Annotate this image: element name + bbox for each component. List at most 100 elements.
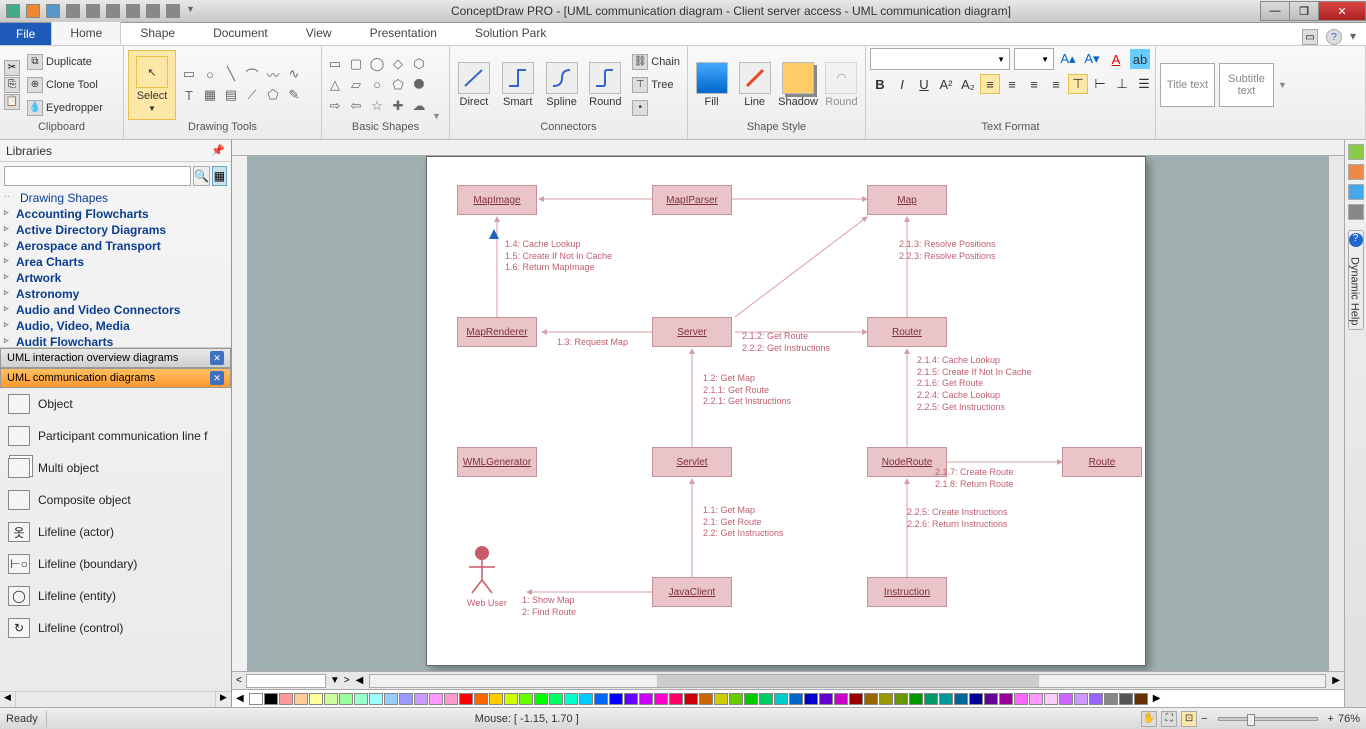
hscroll-left[interactable]: ◀ <box>356 675 364 686</box>
palette-prev-icon[interactable]: ◀ <box>236 693 244 704</box>
uml-node-map[interactable]: Map <box>867 185 947 215</box>
size-selector[interactable]: ▼ <box>1014 48 1054 70</box>
uml-node-wmlgen[interactable]: WMLGenerator <box>457 447 537 477</box>
color-swatch[interactable] <box>519 693 533 705</box>
lib-item[interactable]: Area Charts <box>0 254 231 270</box>
duplicate-button[interactable]: ⧉Duplicate <box>24 51 106 73</box>
color-swatch[interactable] <box>849 693 863 705</box>
color-swatch[interactable] <box>459 693 473 705</box>
shape-multiobject[interactable]: Multi object <box>0 452 231 484</box>
ellipse-tool[interactable]: ○ <box>201 65 219 83</box>
uml-node-maprenderer[interactable]: MapRenderer <box>457 317 537 347</box>
color-swatch[interactable] <box>1044 693 1058 705</box>
line-tool[interactable]: ╲ <box>222 65 240 83</box>
color-swatch[interactable] <box>984 693 998 705</box>
shape-hex[interactable]: ⬡ <box>410 55 428 73</box>
color-swatch[interactable] <box>864 693 878 705</box>
cut-icon[interactable]: ✂ <box>4 60 20 76</box>
shape-parallelogram[interactable]: ▱ <box>347 76 365 94</box>
document-tab[interactable]: Document <box>194 21 287 45</box>
bold-button[interactable]: B <box>870 74 890 94</box>
color-swatch[interactable] <box>564 693 578 705</box>
color-swatch[interactable] <box>609 693 623 705</box>
color-swatch[interactable] <box>369 693 383 705</box>
view-toggle[interactable]: ▦ <box>212 166 227 186</box>
maximize-button[interactable]: ❐ <box>1289 1 1319 21</box>
eyedropper-button[interactable]: 💧Eyedropper <box>24 97 106 119</box>
minimize-button[interactable]: — <box>1260 1 1290 21</box>
font-color[interactable]: A <box>1106 49 1126 69</box>
tree-connector[interactable]: ⊤Tree <box>629 74 683 96</box>
styles-more-icon[interactable]: ▼ <box>1278 80 1287 90</box>
color-swatch[interactable] <box>999 693 1013 705</box>
view-tab[interactable]: View <box>287 21 351 45</box>
color-swatch[interactable] <box>639 693 653 705</box>
bezier-tool[interactable]: ∿ <box>285 65 303 83</box>
lib-item[interactable]: Drawing Shapes <box>0 190 231 206</box>
shape-star[interactable]: ☆ <box>368 97 386 115</box>
align-center[interactable]: ≡ <box>1002 74 1022 94</box>
lib-item[interactable]: Aerospace and Transport <box>0 238 231 254</box>
font-selector[interactable]: ▼ <box>870 48 1010 70</box>
color-swatch[interactable] <box>579 693 593 705</box>
subscript-button[interactable]: A₂ <box>958 74 978 94</box>
tab-dropdown[interactable]: ▼ <box>330 675 340 686</box>
window-icon[interactable]: ▭ <box>1302 29 1318 45</box>
uml-node-mapiparser[interactable]: MapIParser <box>652 185 732 215</box>
color-swatch[interactable] <box>624 693 638 705</box>
round-connector[interactable]: Round <box>585 50 625 120</box>
clone-tool-button[interactable]: ⊕Clone Tool <box>24 74 106 96</box>
shape-list[interactable]: Object Participant communication line f … <box>0 388 231 691</box>
color-swatch[interactable] <box>774 693 788 705</box>
close-tab-icon[interactable]: ✕ <box>210 351 224 365</box>
color-swatch[interactable] <box>969 693 983 705</box>
uml-node-mapimage[interactable]: MapImage <box>457 185 537 215</box>
shapes-more-icon[interactable]: ▼ <box>432 111 441 121</box>
shape-participant[interactable]: Participant communication line f <box>0 420 231 452</box>
chain-connector[interactable]: ⛓Chain <box>629 51 683 73</box>
superscript-button[interactable]: A² <box>936 74 956 94</box>
decrease-font[interactable]: A▾ <box>1082 49 1102 69</box>
fill-button[interactable]: Fill <box>692 50 731 120</box>
qat-icon[interactable] <box>146 4 160 18</box>
color-swatch[interactable] <box>834 693 848 705</box>
color-swatch[interactable] <box>339 693 353 705</box>
color-swatch[interactable] <box>294 693 308 705</box>
uml-node-instruction[interactable]: Instruction <box>867 577 947 607</box>
color-swatch[interactable] <box>729 693 743 705</box>
qat-icon[interactable] <box>26 4 40 18</box>
color-swatch[interactable] <box>714 693 728 705</box>
vscrollbar[interactable] <box>1328 156 1344 671</box>
color-swatch[interactable] <box>789 693 803 705</box>
color-swatch[interactable] <box>264 693 278 705</box>
collapse-ribbon-icon[interactable]: ▾ <box>1350 29 1356 45</box>
color-swatch[interactable] <box>429 693 443 705</box>
fit-width-icon[interactable]: ⊡ <box>1181 711 1197 727</box>
zoom-in[interactable]: + <box>1328 713 1334 725</box>
tab-nav-last[interactable]: > <box>344 675 350 686</box>
underline-button[interactable]: U <box>914 74 934 94</box>
color-swatch[interactable] <box>1089 693 1103 705</box>
color-swatch[interactable] <box>249 693 263 705</box>
hscrollbar[interactable] <box>369 674 1326 688</box>
shape-circle[interactable]: ○ <box>368 76 386 94</box>
lib-item[interactable]: Artwork <box>0 270 231 286</box>
highlight[interactable]: ab <box>1130 49 1150 69</box>
line-button[interactable]: Line <box>735 50 774 120</box>
color-swatch[interactable] <box>444 693 458 705</box>
align-left[interactable]: ≡ <box>980 74 1000 94</box>
direct-connector[interactable]: Direct <box>454 50 494 120</box>
color-swatch[interactable] <box>939 693 953 705</box>
diagram-page[interactable]: MapImageMapIParserMapMapRendererServerRo… <box>426 156 1146 666</box>
round-button[interactable]: ◠Round <box>822 50 861 120</box>
color-swatch[interactable] <box>594 693 608 705</box>
shape-lifeline-control[interactable]: ↻Lifeline (control) <box>0 612 231 644</box>
shape-arrow[interactable]: ⇨ <box>326 97 344 115</box>
sidebar-hscroll[interactable]: ◀ ▶ <box>0 691 231 707</box>
shape-pentagon[interactable]: ⬠ <box>389 76 407 94</box>
color-swatch[interactable] <box>804 693 818 705</box>
side-icon[interactable] <box>1348 144 1364 160</box>
hand-tool-icon[interactable]: ✋ <box>1141 711 1157 727</box>
file-tab[interactable]: File <box>0 23 51 45</box>
color-swatch[interactable] <box>1029 693 1043 705</box>
